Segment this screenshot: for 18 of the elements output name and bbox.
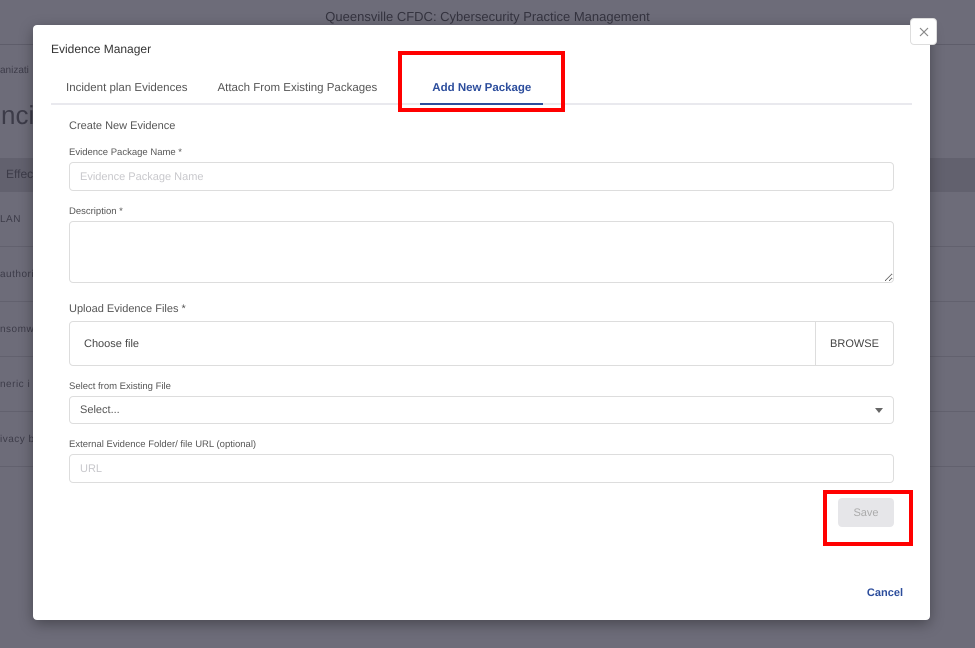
page-title: Queensville CFDC: Cybersecurity Practice Management [325, 9, 650, 26]
close-icon [918, 26, 928, 36]
description-field[interactable] [69, 221, 894, 283]
field-label: Upload Evidence Files * [69, 303, 187, 315]
select-dropdown[interactable]: Select... [69, 396, 894, 424]
field-label: Select from Existing File [69, 381, 172, 392]
dialog-title: Evidence Manager [51, 42, 152, 56]
cancel-button[interactable]: Cancel [866, 587, 903, 599]
field-label: Description * [69, 206, 124, 217]
field-label: External Evidence Folder/ file URL (optional) [69, 439, 258, 450]
tab[interactable]: Add New Package [420, 72, 544, 105]
close-button[interactable] [910, 18, 937, 45]
tab[interactable]: Incident plan Evidences [51, 72, 202, 105]
section-title: Create New Evidence [69, 120, 176, 132]
caret-icon [875, 408, 883, 412]
field-label: Evidence Package Name * [69, 147, 184, 158]
file-field[interactable]: Choose file BROWSE [69, 321, 894, 366]
tab[interactable]: Attach From Existing Packages [202, 72, 392, 105]
